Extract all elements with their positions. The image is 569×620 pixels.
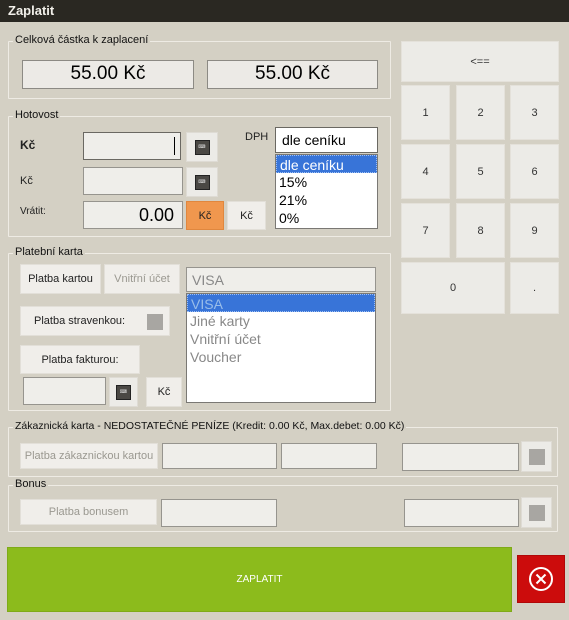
total-amount-left: 55.00 Kč [22, 60, 194, 89]
key-3[interactable]: 3 [510, 85, 559, 140]
invoice-button[interactable]: Platba fakturou: [20, 345, 140, 374]
pay-button[interactable]: ZAPLATIT [7, 547, 512, 612]
invoice-kc-button[interactable]: Kč [146, 377, 182, 407]
customer-legend: Zákaznická karta - NEDOSTATEČNÉ PENÍZE (… [13, 420, 407, 432]
invoice-keyboard-button[interactable]: ⌨ [109, 377, 138, 407]
cash-kc2-label: Kč [20, 175, 33, 187]
return-value: 0.00 [83, 201, 183, 229]
window-title: Zaplatit [0, 0, 569, 22]
close-icon [529, 567, 553, 591]
bonus-field-1 [161, 499, 277, 527]
vat-option[interactable]: 21% [276, 191, 377, 209]
bonus-checkbox[interactable] [528, 504, 545, 521]
return-label: Vrátit: [20, 206, 46, 217]
customer-field-2 [281, 443, 377, 469]
key-1[interactable]: 1 [401, 85, 450, 140]
card-type-listbox[interactable]: VISA Jiné karty Vnitřní účet Voucher [186, 293, 376, 403]
invoice-input[interactable] [23, 377, 106, 405]
return-kc-button[interactable]: Kč [186, 201, 224, 230]
bonus-field-2 [404, 499, 519, 527]
pay-card-button[interactable]: Platba kartou [20, 264, 101, 294]
key-7[interactable]: 7 [401, 203, 450, 258]
customer-field-3 [402, 443, 519, 471]
customer-checkbox-button[interactable] [521, 441, 552, 472]
cash-keyboard-button[interactable]: ⌨ [186, 132, 218, 162]
bonus-checkbox-button[interactable] [521, 497, 552, 528]
cash-legend: Hotovost [13, 109, 61, 121]
meal-voucher-label: Platba stravenkou: [34, 315, 126, 327]
card-legend: Platební karta [13, 246, 85, 258]
total-amount-right: 55.00 Kč [207, 60, 378, 89]
vat-label: DPH [245, 131, 269, 143]
cash2-keyboard-button[interactable]: ⌨ [186, 167, 218, 197]
vat-listbox[interactable]: dle ceníku 15% 21% 0% [275, 154, 378, 229]
backspace-key[interactable]: <== [401, 41, 559, 82]
vat-option[interactable]: 15% [276, 173, 377, 191]
cash-amount2-input[interactable] [83, 167, 183, 195]
customer-checkbox[interactable] [528, 448, 545, 465]
meal-voucher-button[interactable]: Platba stravenkou: [20, 306, 170, 336]
return-kc-button-2[interactable]: Kč [227, 201, 266, 230]
cancel-button[interactable] [517, 555, 565, 603]
key-2[interactable]: 2 [456, 85, 505, 140]
key-decimal[interactable]: . [510, 262, 559, 314]
key-9[interactable]: 9 [510, 203, 559, 258]
card-type-field: VISA [186, 267, 376, 292]
internal-account-button[interactable]: Vnitřní účet [104, 264, 180, 294]
key-6[interactable]: 6 [510, 144, 559, 199]
total-legend: Celková částka k zaplacení [13, 34, 151, 46]
pay-customer-button[interactable]: Platba zákaznickou kartou [20, 443, 158, 469]
cash-kc-label: Kč [20, 138, 36, 152]
card-type-option[interactable]: Voucher [187, 348, 375, 366]
pay-bonus-button[interactable]: Platba bonusem [20, 499, 157, 525]
meal-voucher-checkbox[interactable] [147, 314, 163, 330]
bonus-legend: Bonus [13, 478, 49, 490]
keyboard-icon: ⌨ [116, 384, 131, 400]
key-8[interactable]: 8 [456, 203, 505, 258]
key-0[interactable]: 0 [401, 262, 505, 314]
card-type-option[interactable]: Jiné karty [187, 312, 375, 330]
card-type-option[interactable]: VISA [187, 294, 375, 312]
vat-select[interactable]: dle ceníku [275, 127, 378, 153]
keyboard-icon: ⌨ [194, 174, 210, 190]
vat-option[interactable]: 0% [276, 209, 377, 227]
vat-option[interactable]: dle ceníku [276, 155, 377, 173]
card-type-option[interactable]: Vnitřní účet [187, 330, 375, 348]
cash-amount-input[interactable] [83, 132, 181, 160]
customer-field-1 [162, 443, 277, 469]
key-4[interactable]: 4 [401, 144, 450, 199]
keyboard-icon: ⌨ [194, 139, 210, 155]
key-5[interactable]: 5 [456, 144, 505, 199]
